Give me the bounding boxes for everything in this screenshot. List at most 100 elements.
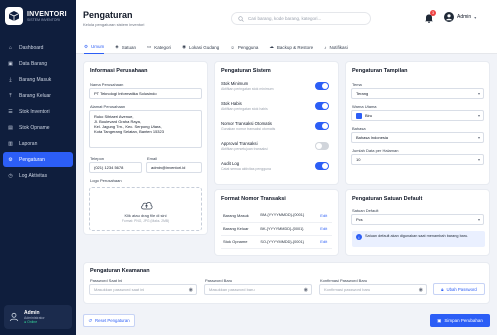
user-menu-label: Admin bbox=[457, 14, 472, 20]
current-password-placeholder: Masukkan password saat ini bbox=[94, 287, 145, 292]
logo-label: Logo Perusahaan bbox=[90, 178, 122, 183]
eye-icon[interactable]: ◉ bbox=[304, 287, 308, 293]
current-password-field[interactable]: Masukkan password saat ini ◉ bbox=[89, 284, 197, 295]
sidebar-item-data-barang[interactable]: ▣ Data Barang bbox=[3, 56, 73, 71]
toggle-switch[interactable] bbox=[315, 122, 329, 130]
tab-label: Satuan bbox=[121, 44, 137, 50]
sidebar-item-laporan[interactable]: ▥ Laporan bbox=[3, 136, 73, 151]
email-label: Email bbox=[147, 156, 158, 161]
reset-settings-button[interactable]: ↺ Reset Pengaturan bbox=[83, 314, 135, 327]
company-name-label: Nama Perusahaan bbox=[90, 82, 124, 87]
rows-per-page-label: Jumlah Data per Halaman bbox=[352, 148, 399, 153]
toggle-switch[interactable] bbox=[315, 142, 329, 150]
unit-default-title: Pengaturan Satuan Default bbox=[352, 196, 423, 202]
language-select[interactable]: Bahasa Indonesia ▾ bbox=[351, 132, 484, 143]
toggle-switch[interactable] bbox=[315, 162, 329, 170]
unit-default-card: Pengaturan Satuan Default Satuan Default… bbox=[345, 189, 490, 256]
user-card[interactable]: Admin Administrator ● Online bbox=[4, 305, 72, 329]
search-input[interactable]: Cari barang, kode barang, kategori... bbox=[231, 12, 371, 25]
upload-hint: Format: PNG, JPG (Maks. 2MB) bbox=[121, 219, 170, 223]
unit-default-label: Satuan Default bbox=[352, 208, 379, 213]
users-icon: ☺ bbox=[230, 44, 235, 50]
box-icon: ▣ bbox=[8, 60, 13, 67]
display-settings-card: Pengaturan Tampilan Tema Terang ▾ Warna … bbox=[345, 61, 490, 185]
transaction-format-table: Barang Masuk BM-{YYYYMMDD}-{0001} Edit Bara… bbox=[221, 209, 332, 249]
tab-label: Backup & Restore bbox=[276, 44, 314, 50]
company-name-field[interactable]: PT Teknologi Informatika Solusindo bbox=[89, 88, 202, 99]
eye-icon[interactable]: ◉ bbox=[419, 287, 423, 293]
phone-field[interactable]: (021) 1234 5678 bbox=[89, 162, 142, 173]
change-password-button[interactable]: 🔒︎ Ubah Password bbox=[433, 283, 485, 295]
home-icon: ⌂ bbox=[8, 44, 13, 51]
format-value: SO-{YYYYMMDD}-{0001} bbox=[258, 235, 319, 249]
gear-icon: ⚙ bbox=[84, 43, 89, 49]
sidebar-nav: ⌂ Dashboard ▣ Data Barang ⤓ Barang Masuk ⤒ Bara… bbox=[0, 40, 76, 183]
new-password-field[interactable]: Masukkan password baru ◉ bbox=[204, 284, 312, 295]
tab-pengguna[interactable]: ☺ Pengguna bbox=[230, 40, 258, 54]
current-password-label: Password Saat Ini bbox=[90, 278, 123, 283]
sidebar-item-stok-inventori[interactable]: ☰ Stok Inventori bbox=[3, 104, 73, 119]
brand-subtitle: SISTEM INVENTORI bbox=[27, 17, 60, 22]
system-setting-title: Nomor Transaksi Otomatis bbox=[221, 121, 272, 126]
company-address-field[interactable]: Ruko Sihtaeri Avenue, Jl. Boulevard Grah… bbox=[89, 110, 202, 148]
sidebar-item-label: Barang Masuk bbox=[19, 76, 52, 83]
brand-title: INVENTORI bbox=[27, 10, 67, 18]
format-label: Barang Keluar bbox=[221, 222, 259, 236]
sidebar-item-log-aktivitas[interactable]: ◷ Log Aktivitas bbox=[3, 168, 73, 183]
logo-upload-dropzone[interactable]: Klik atau drag file di sini Format: PNG,… bbox=[89, 187, 202, 231]
tab-label: Umum bbox=[91, 44, 105, 49]
sidebar-item-barang-keluar[interactable]: ⤒ Barang Keluar bbox=[3, 88, 73, 103]
sidebar-item-pengaturan[interactable]: ⚙ Pengaturan bbox=[3, 152, 73, 167]
table-row: Stok Opname SO-{YYYYMMDD}-{0001} Edit bbox=[221, 235, 332, 249]
sidebar-item-dashboard[interactable]: ⌂ Dashboard bbox=[3, 40, 73, 55]
company-address-label: Alamat Perusahaan bbox=[90, 104, 126, 109]
theme-select[interactable]: Terang ▾ bbox=[351, 88, 484, 99]
confirm-password-field[interactable]: Konfirmasi password baru ◉ bbox=[319, 284, 427, 295]
search-icon bbox=[238, 15, 244, 22]
page-title: Pengaturan bbox=[83, 10, 133, 20]
eye-icon[interactable]: ◉ bbox=[189, 287, 193, 293]
user-menu[interactable]: Admin ▾ bbox=[444, 12, 476, 22]
unit-info-box: i Satuan default akan digunakan saat men… bbox=[352, 231, 485, 247]
rows-per-page-select[interactable]: 10 ▾ bbox=[351, 154, 484, 165]
phone-label: Telepon bbox=[90, 156, 105, 161]
tab-umum[interactable]: ⚙ Umum bbox=[84, 40, 105, 54]
toggle-switch[interactable] bbox=[315, 102, 329, 110]
unit-default-select[interactable]: Pcs ▾ bbox=[351, 214, 484, 225]
table-row: Barang Keluar BK-{YYYYMMDD}-{0001} Edit bbox=[221, 222, 332, 236]
bell-icon: ♪ bbox=[324, 44, 327, 50]
sidebar-item-label: Log Aktivitas bbox=[19, 172, 48, 179]
layers-icon: ☰ bbox=[8, 108, 13, 115]
edit-link[interactable]: Edit bbox=[318, 209, 332, 223]
avatar-icon bbox=[444, 12, 454, 22]
tab-label: Kategori bbox=[154, 44, 172, 50]
sidebar-item-label: Stok Opname bbox=[19, 124, 50, 131]
unit-info-text: Satuan default akan digunakan saat menam… bbox=[365, 234, 469, 238]
tab-backup-restore[interactable]: ☁ Backup & Restore bbox=[269, 40, 313, 54]
chevron-down-icon: ▾ bbox=[477, 157, 480, 162]
reset-settings-label: Reset Pengaturan bbox=[94, 318, 130, 323]
tab-satuan[interactable]: ◈ Satuan bbox=[115, 40, 136, 54]
color-label: Warna Utama bbox=[352, 104, 377, 109]
email-field[interactable]: admin@inventori.id bbox=[146, 162, 202, 173]
system-settings-title: Pengaturan Sistem bbox=[221, 68, 271, 74]
rows-per-page-value: 10 bbox=[356, 157, 361, 162]
edit-link[interactable]: Edit bbox=[318, 222, 332, 236]
edit-link[interactable]: Edit bbox=[318, 235, 332, 249]
tab-lokasi-gudang[interactable]: ◉ Lokasi Gudang bbox=[182, 40, 219, 54]
tab-notifikasi[interactable]: ♪ Notifikasi bbox=[324, 40, 348, 54]
tab-kategori[interactable]: ▭ Kategori bbox=[147, 40, 171, 54]
chevron-down-icon: ▾ bbox=[477, 91, 480, 96]
reset-icon: ↺ bbox=[88, 317, 92, 323]
save-icon: ▣ bbox=[437, 317, 442, 323]
toggle-switch[interactable] bbox=[315, 82, 329, 90]
sidebar-item-label: Barang Keluar bbox=[19, 92, 51, 99]
theme-label: Tema bbox=[352, 82, 362, 87]
save-changes-button[interactable]: ▣ Simpan Perubahan bbox=[430, 314, 490, 327]
sidebar-item-stok-opname[interactable]: ▤ Stok Opname bbox=[3, 120, 73, 135]
color-select[interactable]: Biru ▾ bbox=[351, 110, 484, 121]
brand: INVENTORI SISTEM INVENTORI bbox=[0, 0, 76, 32]
sidebar-item-barang-masuk[interactable]: ⤓ Barang Masuk bbox=[3, 72, 73, 87]
notification-badge: 3 bbox=[430, 10, 436, 16]
company-card: Informasi Perusahaan Nama Perusahaan PT … bbox=[83, 61, 208, 235]
